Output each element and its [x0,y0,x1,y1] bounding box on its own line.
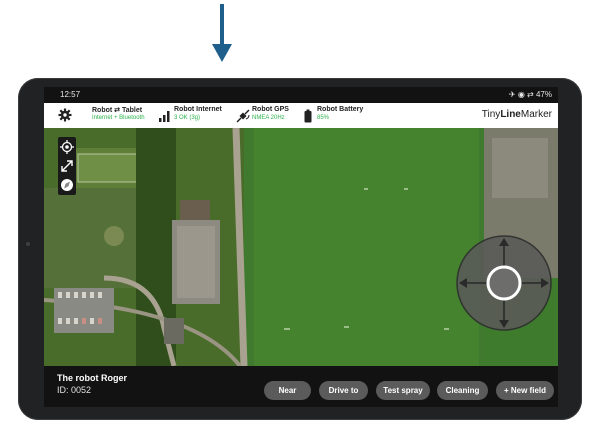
robot-internet-status: Robot Internet 3 OK (3g) [158,106,228,126]
stat-title: Robot ⇄ Tablet [92,107,143,114]
locate-icon[interactable] [60,140,74,154]
battery-icon [304,109,312,123]
tablet-screen: 12:57 ✈ ◉ ⇄ 47% Robot ⇄ Tablet Internet … [44,87,558,407]
system-status-bar: 12:57 ✈ ◉ ⇄ 47% [44,87,558,103]
status-system-icons: ✈ ◉ ⇄ 47% [508,90,552,99]
stat-subtitle: 85% [317,115,330,121]
compass-icon[interactable] [60,178,74,192]
signal-bars-icon [159,111,170,122]
stat-subtitle: 3 OK (3g) [174,115,201,121]
cleaning-button[interactable]: Cleaning [437,381,488,400]
robot-tablet-status: Robot ⇄ Tablet Internet + Bluetooth [92,106,162,126]
stat-title: Robot Internet [174,106,222,113]
map-tools [58,137,76,195]
brand-bold: Line [500,109,521,120]
bottom-bar: The robot Roger ID: 0052 Near Drive to T… [44,366,558,407]
gear-icon[interactable] [58,108,72,122]
stat-subtitle: NMEA 20Hz [252,115,285,121]
brand-prefix: Tiny [481,109,501,120]
app-header: Robot ⇄ Tablet Internet + Bluetooth Robo… [44,103,558,128]
near-button[interactable]: Near [264,381,311,400]
robot-id: ID: 0052 [57,385,92,395]
robot-battery-status: Robot Battery 85% [301,106,371,126]
status-time: 12:57 [60,90,81,99]
stat-subtitle: Internet + Bluetooth [92,115,145,121]
test-spray-button[interactable]: Test spray [376,381,430,400]
brand-logo: TinyLineMarker [482,109,552,120]
camera-dot [26,242,30,246]
new-field-button[interactable]: + New field [496,381,554,400]
stat-title: Robot GPS [252,106,289,113]
robot-gps-status: Robot GPS NMEA 20Hz [236,106,302,126]
down-arrow-icon [212,4,232,62]
robot-name: The robot Roger [57,373,127,383]
brand-suffix: Marker [520,109,552,120]
joystick-icon[interactable] [456,235,552,331]
drive-to-button[interactable]: Drive to [319,381,368,400]
expand-icon[interactable] [60,159,74,173]
stat-title: Robot Battery [317,106,364,113]
satellite-icon [236,109,250,123]
